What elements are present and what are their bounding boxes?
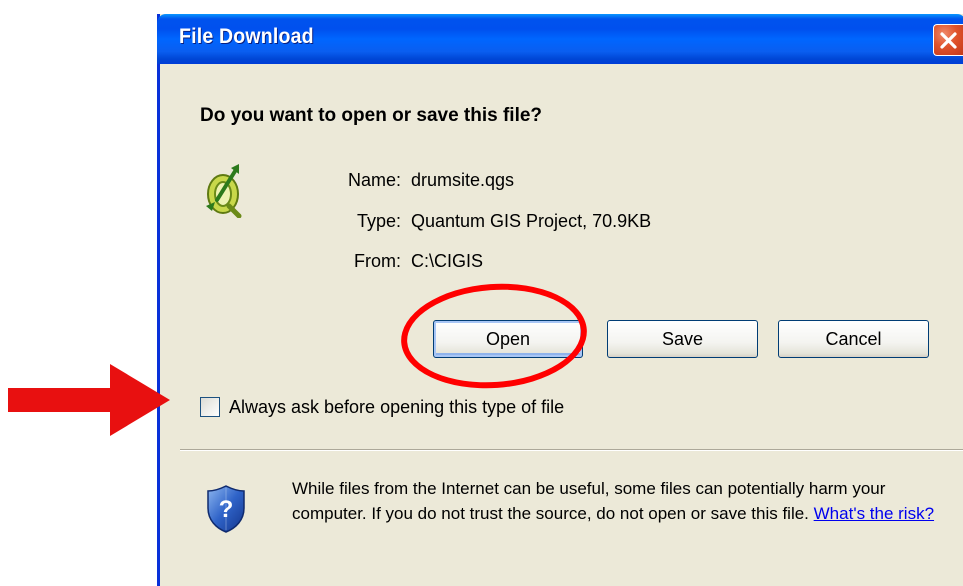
dialog-content: Do you want to open or save this file? N… <box>160 64 963 586</box>
from-label: From: <box>354 251 401 271</box>
qgis-project-icon <box>206 164 242 218</box>
question-heading: Do you want to open or save this file? <box>200 105 543 126</box>
type-label: Type: <box>356 211 401 231</box>
file-download-dialog: File Download Do you want to open or sav… <box>157 14 963 586</box>
always-ask-label[interactable]: Always ask before opening this type of f… <box>229 397 564 418</box>
file-type-value: Quantum GIS Project, 70.9KB <box>411 211 652 231</box>
name-label: Name: <box>347 170 401 190</box>
security-warning-text: While files from the Internet can be use… <box>292 476 952 526</box>
red-arrow-annotation <box>8 364 170 436</box>
warning-message: While files from the Internet can be use… <box>292 479 886 523</box>
open-button[interactable]: Open <box>433 320 583 358</box>
save-button[interactable]: Save <box>607 320 758 358</box>
separator <box>180 449 963 451</box>
cancel-button[interactable]: Cancel <box>778 320 929 358</box>
screen: File Download Do you want to open or sav… <box>0 0 963 586</box>
file-source-value: C:\CIGIS <box>411 251 484 271</box>
file-name-value: drumsite.qgs <box>411 170 515 190</box>
svg-text:?: ? <box>219 496 234 523</box>
window-title: File Download <box>179 25 314 48</box>
title-bar[interactable]: File Download <box>157 14 963 64</box>
whats-the-risk-link[interactable]: What's the risk? <box>814 504 934 523</box>
close-button[interactable] <box>933 24 963 56</box>
always-ask-checkbox[interactable] <box>200 397 220 417</box>
security-shield-icon: ? <box>207 485 245 533</box>
close-icon <box>940 32 957 49</box>
